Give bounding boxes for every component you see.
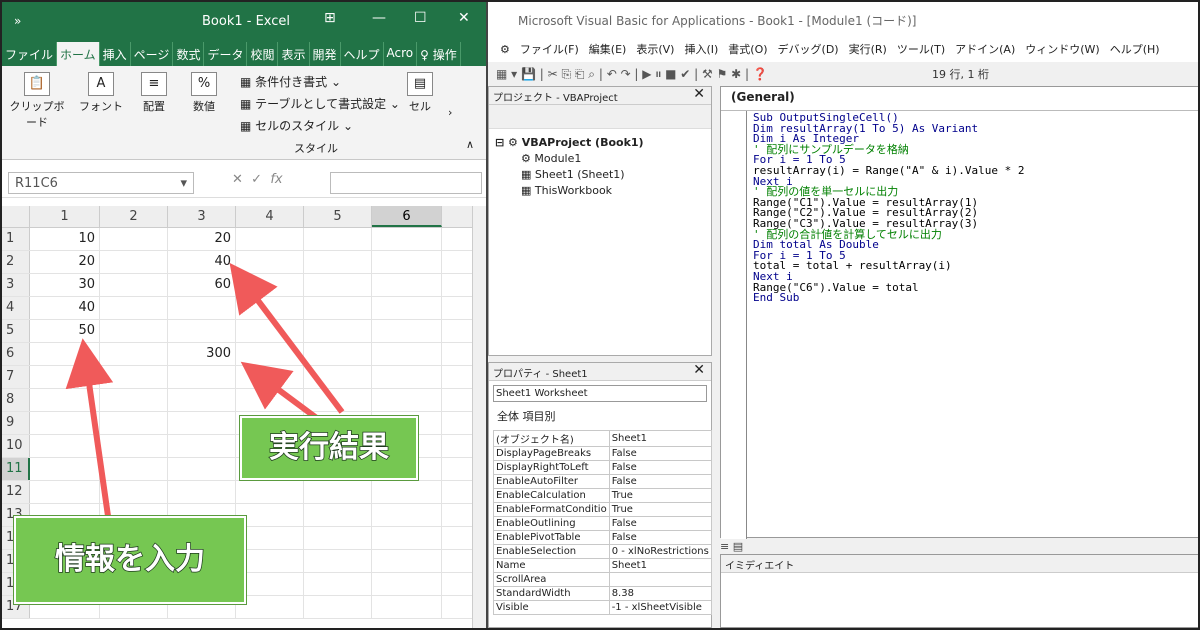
arrow-to-c3 — [229, 262, 345, 414]
callout-input: 情報を入力 — [14, 516, 246, 604]
screenshot-frame: » Book1 - Excel ⊞ — ☐ ✕ ファイル ホーム 挿入 ページ … — [0, 0, 1200, 630]
arrow-to-a5 — [65, 338, 114, 517]
callout-result: 実行結果 — [240, 416, 418, 480]
